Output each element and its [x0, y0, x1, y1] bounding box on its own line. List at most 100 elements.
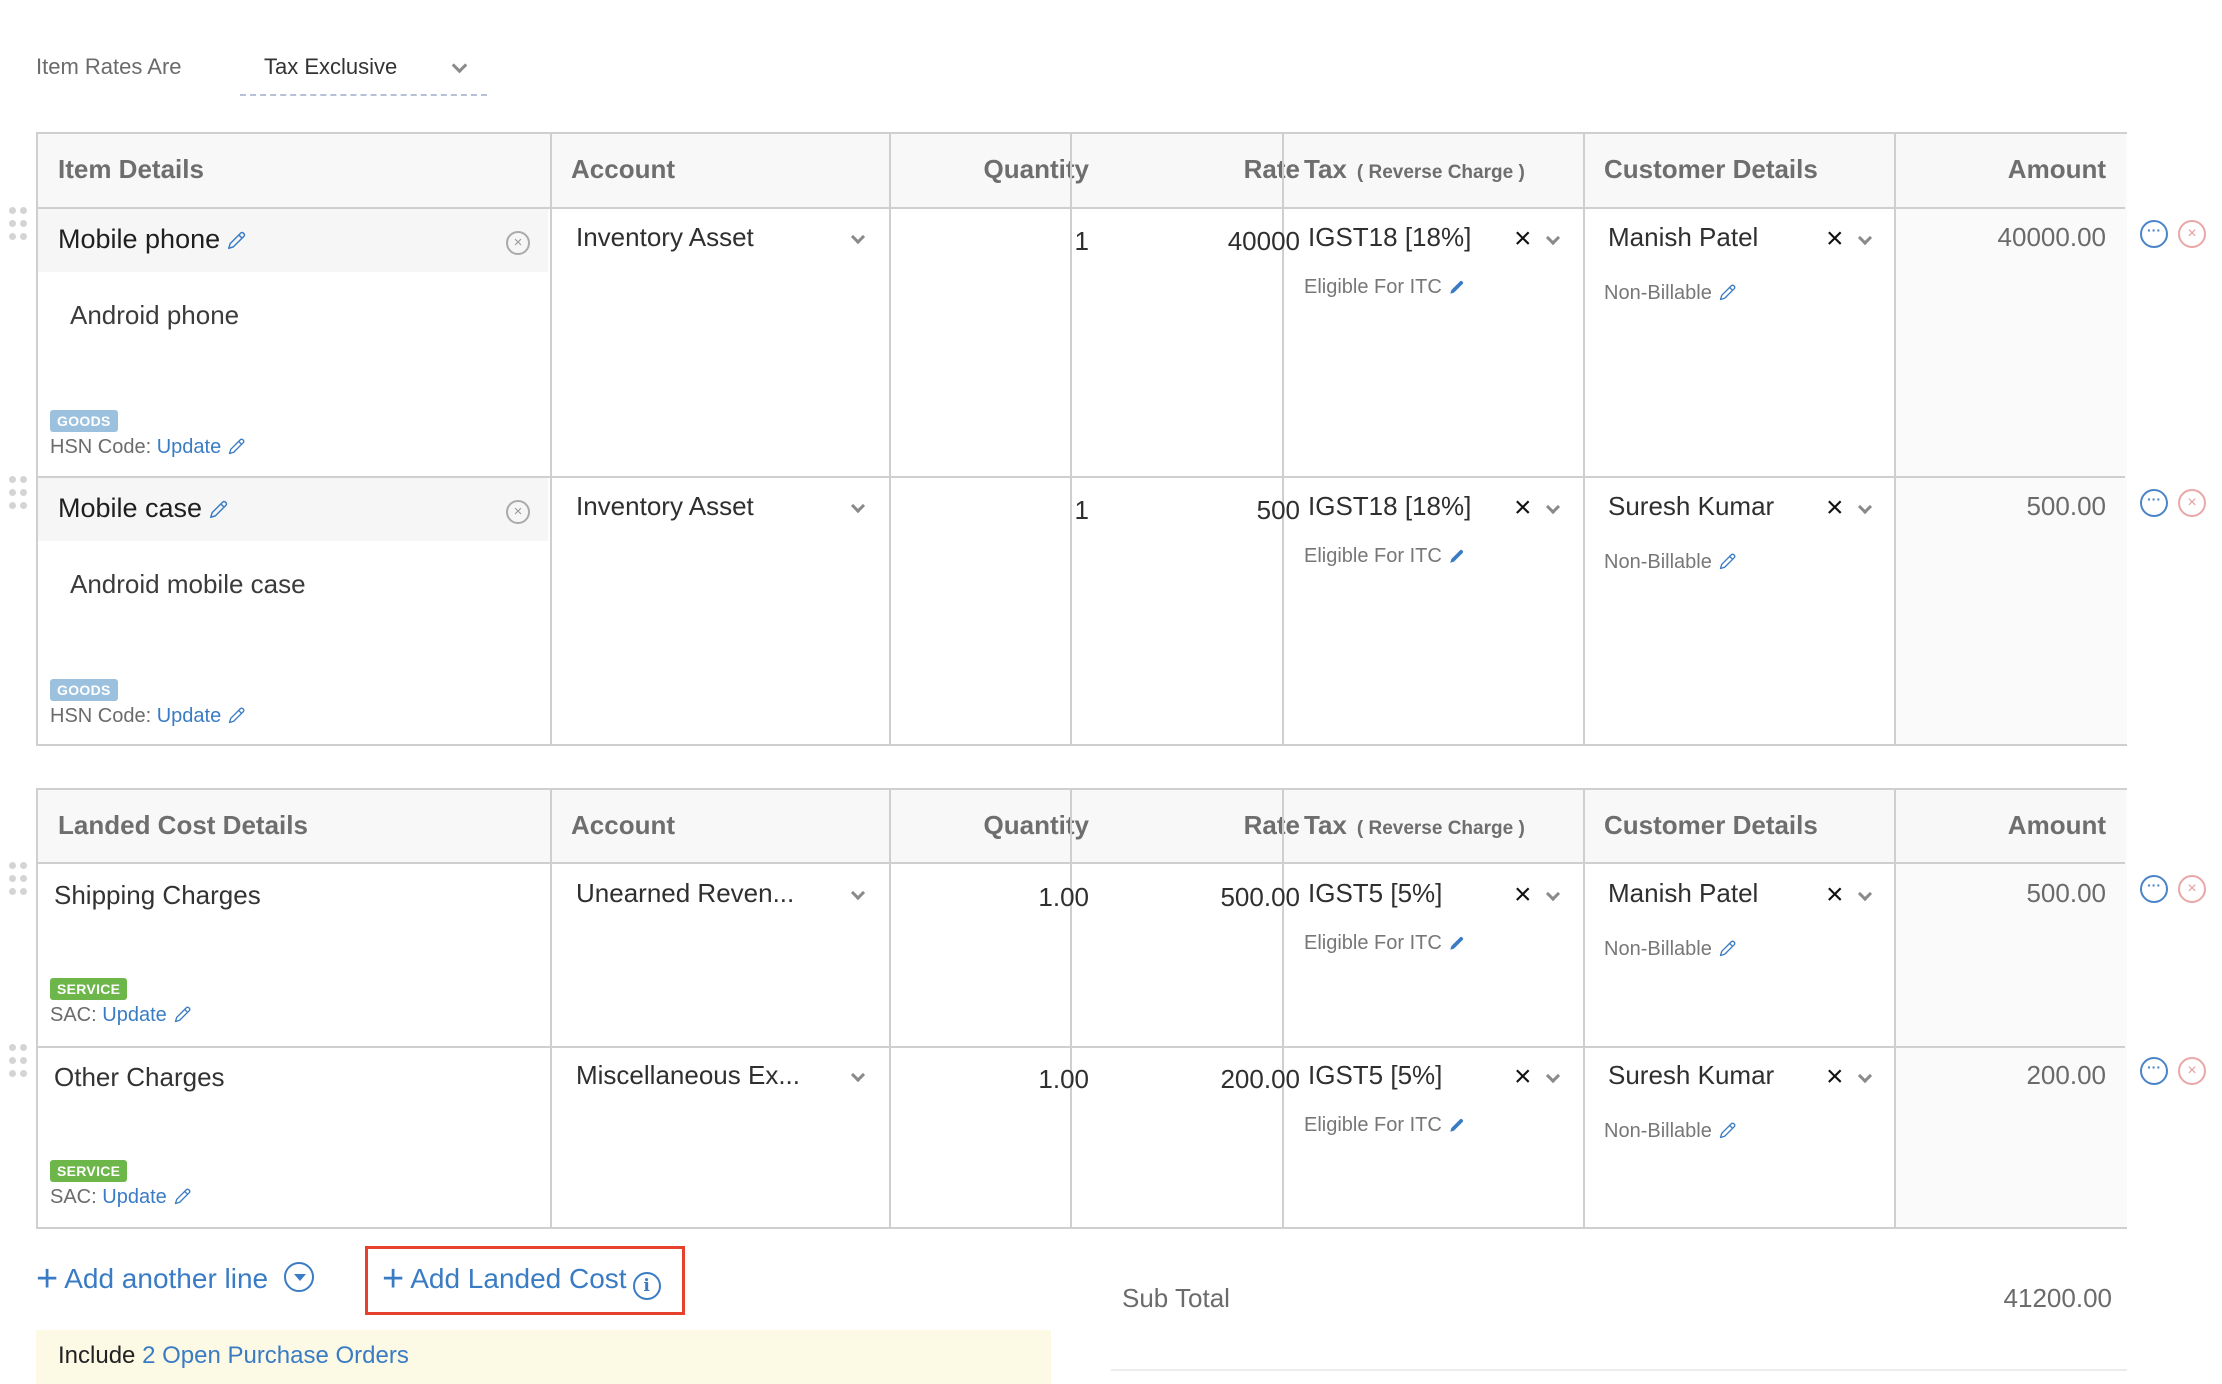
edit-pencil-filled-icon[interactable] [1448, 278, 1466, 296]
quantity-input[interactable]: 1 [891, 226, 1089, 257]
drag-handle[interactable] [9, 862, 29, 898]
item-description[interactable]: Android mobile case [70, 569, 306, 600]
open-purchase-orders-link[interactable]: 2 Open Purchase Orders [142, 1342, 409, 1369]
itc-eligibility[interactable]: Eligible For ITC [1304, 276, 1466, 299]
clear-customer-icon[interactable]: × [1826, 880, 1844, 910]
caret-down-circle-icon[interactable] [284, 1262, 315, 1292]
customer-select[interactable]: Manish Patel [1608, 222, 1758, 253]
header-tax-label: Tax [1304, 154, 1347, 184]
customer-select[interactable]: Manish Patel [1608, 878, 1758, 909]
landed-cost-name[interactable]: Other Charges [54, 1062, 225, 1093]
billable-status[interactable]: Non-Billable [1604, 1120, 1738, 1143]
edit-pencil-icon[interactable] [1718, 1120, 1738, 1140]
edit-pencil-icon[interactable] [208, 498, 230, 520]
hsn-update-link[interactable]: Update [157, 436, 222, 458]
item-name: Mobile phone [58, 224, 221, 254]
edit-pencil-icon[interactable] [1718, 282, 1738, 302]
tax-select[interactable]: IGST18 [18%] [1308, 222, 1471, 253]
delete-row-icon[interactable]: × [2178, 1057, 2206, 1085]
billable-status[interactable]: Non-Billable [1604, 551, 1738, 574]
drag-handle[interactable] [9, 1044, 29, 1080]
clear-customer-icon[interactable]: × [1826, 224, 1844, 254]
more-options-icon[interactable]: ··· [2140, 220, 2168, 248]
rate-input[interactable]: 500.00 [1072, 882, 1300, 913]
plus-icon: + [382, 1258, 405, 1300]
item-rates-dropdown[interactable]: Tax Exclusive [240, 40, 487, 96]
add-landed-cost-button[interactable]: + Add Landed Cost i [382, 1258, 661, 1301]
edit-pencil-icon[interactable] [227, 705, 247, 725]
chevron-down-icon[interactable] [1857, 1068, 1873, 1084]
customer-select[interactable]: Suresh Kumar [1608, 491, 1774, 522]
rate-input[interactable]: 40000 [1072, 226, 1300, 257]
account-select[interactable]: Miscellaneous Ex... [576, 1060, 800, 1091]
itc-eligibility[interactable]: Eligible For ITC [1304, 932, 1466, 955]
chevron-down-icon[interactable] [1545, 499, 1561, 515]
itc-eligibility[interactable]: Eligible For ITC [1304, 545, 1466, 568]
more-options-icon[interactable]: ··· [2140, 875, 2168, 903]
more-options-icon[interactable]: ··· [2140, 1057, 2168, 1085]
item-name-field[interactable]: Mobile phone × [38, 209, 548, 272]
drag-handle[interactable] [9, 207, 29, 243]
chevron-down-icon[interactable] [1545, 886, 1561, 902]
edit-pencil-filled-icon[interactable] [1448, 547, 1466, 565]
hsn-update-link[interactable]: Update [157, 705, 222, 727]
sac-update-link[interactable]: Update [102, 1004, 167, 1026]
chevron-down-icon[interactable] [1545, 230, 1561, 246]
chevron-down-icon[interactable] [850, 1067, 866, 1083]
edit-pencil-icon[interactable] [227, 436, 247, 456]
chevron-down-icon[interactable] [1857, 499, 1873, 515]
rate-input[interactable]: 200.00 [1072, 1064, 1300, 1095]
edit-pencil-icon[interactable] [226, 229, 248, 251]
chevron-down-icon[interactable] [1857, 886, 1873, 902]
clear-tax-icon[interactable]: × [1514, 1062, 1532, 1092]
clear-tax-icon[interactable]: × [1514, 224, 1532, 254]
quantity-input[interactable]: 1.00 [891, 1064, 1089, 1095]
delete-row-icon[interactable]: × [2178, 489, 2206, 517]
edit-pencil-icon[interactable] [1718, 938, 1738, 958]
customer-select[interactable]: Suresh Kumar [1608, 1060, 1774, 1091]
amount-value: 200.00 [2026, 1060, 2106, 1090]
more-options-icon[interactable]: ··· [2140, 489, 2168, 517]
clear-tax-icon[interactable]: × [1514, 493, 1532, 523]
tax-select[interactable]: IGST5 [5%] [1308, 1060, 1442, 1091]
edit-pencil-icon[interactable] [1718, 551, 1738, 571]
clear-item-icon[interactable]: × [506, 500, 530, 524]
subtotal-value: 41200.00 [2003, 1283, 2112, 1313]
tax-select[interactable]: IGST18 [18%] [1308, 491, 1471, 522]
billable-status[interactable]: Non-Billable [1604, 282, 1738, 305]
tax-select[interactable]: IGST5 [5%] [1308, 878, 1442, 909]
delete-row-icon[interactable]: × [2178, 875, 2206, 903]
account-select[interactable]: Inventory Asset [576, 222, 754, 253]
clear-tax-icon[interactable]: × [1514, 880, 1532, 910]
item-name-field[interactable]: Mobile case × [38, 478, 548, 541]
item-description[interactable]: Android phone [70, 300, 239, 331]
clear-item-icon[interactable]: × [506, 231, 530, 255]
quantity-input[interactable]: 1.00 [891, 882, 1089, 913]
clear-customer-icon[interactable]: × [1826, 493, 1844, 523]
clear-customer-icon[interactable]: × [1826, 1062, 1844, 1092]
column-divider [1583, 790, 1585, 1227]
chevron-down-icon[interactable] [850, 498, 866, 514]
drag-handle[interactable] [9, 476, 29, 512]
landed-cost-name[interactable]: Shipping Charges [54, 880, 261, 911]
include-purchase-orders-banner: Include 2 Open Purchase Orders [36, 1330, 1051, 1384]
chevron-down-icon[interactable] [1545, 1068, 1561, 1084]
edit-pencil-icon[interactable] [173, 1004, 193, 1024]
header-amount: Amount [2007, 810, 2106, 840]
chevron-down-icon[interactable] [1857, 230, 1873, 246]
quantity-input[interactable]: 1 [891, 495, 1089, 526]
add-another-line-button[interactable]: + Add another line [36, 1258, 315, 1301]
edit-pencil-icon[interactable] [173, 1186, 193, 1206]
edit-pencil-filled-icon[interactable] [1448, 934, 1466, 952]
info-icon[interactable]: i [632, 1272, 661, 1300]
billable-status[interactable]: Non-Billable [1604, 938, 1738, 961]
delete-row-icon[interactable]: × [2178, 220, 2206, 248]
edit-pencil-filled-icon[interactable] [1448, 1116, 1466, 1134]
chevron-down-icon[interactable] [850, 229, 866, 245]
rate-input[interactable]: 500 [1072, 495, 1300, 526]
account-select[interactable]: Inventory Asset [576, 491, 754, 522]
chevron-down-icon[interactable] [850, 885, 866, 901]
sac-update-link[interactable]: Update [102, 1186, 167, 1208]
itc-eligibility[interactable]: Eligible For ITC [1304, 1114, 1466, 1137]
account-select[interactable]: Unearned Reven... [576, 878, 794, 909]
